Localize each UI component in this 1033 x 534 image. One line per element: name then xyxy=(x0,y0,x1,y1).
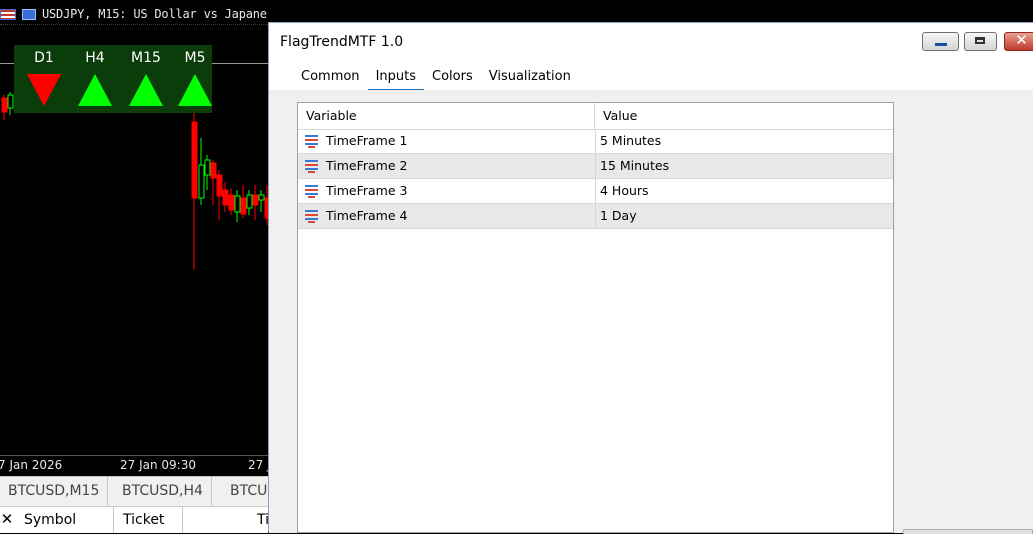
maximize-icon xyxy=(975,37,985,44)
table-row[interactable]: TimeFrame 3 4 Hours xyxy=(298,179,893,204)
time-axis-label: 27 Jan 09:30 xyxy=(120,458,196,472)
grid-header: Variable Value xyxy=(298,103,893,130)
column-header-symbol[interactable]: Symbol xyxy=(16,507,114,533)
column-header-ticket[interactable]: Ticket xyxy=(115,507,183,533)
dialog-titlebar[interactable]: FlagTrendMTF 1.0 ✕ xyxy=(269,23,1033,63)
candle-body xyxy=(240,197,247,215)
input-parameter-icon xyxy=(305,210,318,223)
trend-up-arrow-icon xyxy=(178,74,212,106)
table-row[interactable]: TimeFrame 4 1 Day xyxy=(298,204,893,229)
indicator-properties-dialog: FlagTrendMTF 1.0 ✕ Common Inputs Colors … xyxy=(268,22,1033,534)
tab-inputs[interactable]: Inputs xyxy=(367,68,424,91)
time-axis: 7 Jan 2026 27 Jan 09:30 27 J xyxy=(0,455,271,476)
column-header-value[interactable]: Value xyxy=(595,103,893,129)
mtf-timeframe-label: M5 xyxy=(184,50,206,66)
close-button[interactable]: ✕ xyxy=(1004,31,1033,51)
variable-value[interactable]: 4 Hours xyxy=(600,179,649,203)
mtf-timeframe-label: D1 xyxy=(34,50,54,66)
variable-name: TimeFrame 2 xyxy=(326,158,408,173)
variable-value[interactable]: 15 Minutes xyxy=(600,154,669,178)
column-separator xyxy=(595,154,596,178)
column-separator xyxy=(595,204,596,228)
price-chart[interactable]: USDJPY, M15: US Dollar vs Japanese Yen 1… xyxy=(0,0,268,455)
column-header-variable[interactable]: Variable xyxy=(298,103,595,129)
maximize-button[interactable] xyxy=(964,32,997,51)
candle-body xyxy=(234,195,241,213)
candle-body xyxy=(7,94,14,109)
chart-tab-btcusd-h4[interactable]: BTCUSD,H4 xyxy=(114,477,212,506)
mtf-column-d1: D1 xyxy=(19,45,69,106)
chart-tab-btcusd-m15[interactable]: BTCUSD,M15 xyxy=(0,477,109,506)
toolbox-panel: ✕ Symbol Ticket Ti xyxy=(0,506,269,533)
candle-body xyxy=(252,194,259,206)
input-parameter-icon xyxy=(305,160,318,173)
time-axis-label: 7 Jan 2026 xyxy=(0,458,63,472)
close-icon[interactable]: ✕ xyxy=(0,507,14,533)
column-separator xyxy=(595,179,596,203)
variable-name: TimeFrame 1 xyxy=(326,133,408,148)
variable-value[interactable]: 5 Minutes xyxy=(600,129,661,153)
candle-body xyxy=(191,121,198,199)
minimize-icon xyxy=(935,43,947,46)
tab-colors[interactable]: Colors xyxy=(424,68,481,89)
mtf-column-m15: M15 xyxy=(121,45,171,106)
candle-body xyxy=(204,159,211,176)
trend-up-arrow-icon xyxy=(78,74,112,106)
mtf-trend-panel: D1 H4 M15 M5 xyxy=(14,45,212,113)
dialog-title: FlagTrendMTF 1.0 xyxy=(280,34,404,50)
candle-body xyxy=(258,194,265,201)
input-parameter-icon xyxy=(305,185,318,198)
trend-up-arrow-icon xyxy=(129,74,163,106)
chart-tab-bar: BTCUSD,M15 BTCUSD,H4 BTCU xyxy=(0,476,277,507)
candle-body xyxy=(210,162,217,179)
variable-name: TimeFrame 3 xyxy=(326,183,408,198)
dialog-body: Common Inputs Colors Visualization Varia… xyxy=(269,63,1033,534)
dialog-tabs: Common Inputs Colors Visualization xyxy=(293,68,579,92)
inputs-tab-content: Variable Value TimeFrame 1 5 Minutes Tim… xyxy=(269,90,1033,534)
close-icon: ✕ xyxy=(1015,31,1028,49)
input-parameter-icon xyxy=(305,135,318,148)
column-separator xyxy=(595,129,596,153)
variable-value[interactable]: 1 Day xyxy=(600,204,637,228)
minimize-button[interactable] xyxy=(922,32,959,51)
table-row[interactable]: TimeFrame 2 15 Minutes xyxy=(298,154,893,179)
candle-body xyxy=(198,164,205,199)
candle-body xyxy=(1,97,8,113)
tab-visualization[interactable]: Visualization xyxy=(481,68,579,89)
candle-body xyxy=(228,194,235,211)
table-row[interactable]: TimeFrame 1 5 Minutes xyxy=(298,129,893,154)
mtf-timeframe-label: H4 xyxy=(85,50,105,66)
trend-down-arrow-icon xyxy=(27,74,61,106)
variable-name: TimeFrame 4 xyxy=(326,208,408,223)
inputs-grid: Variable Value TimeFrame 1 5 Minutes Tim… xyxy=(297,102,894,533)
mtf-column-m5: M5 xyxy=(170,45,220,106)
mtf-timeframe-label: M15 xyxy=(131,50,161,66)
tab-common[interactable]: Common xyxy=(293,68,368,89)
candle-body xyxy=(246,194,253,209)
candle-body xyxy=(222,189,229,206)
candle-body xyxy=(216,174,223,197)
mtf-column-h4: H4 xyxy=(70,45,120,106)
